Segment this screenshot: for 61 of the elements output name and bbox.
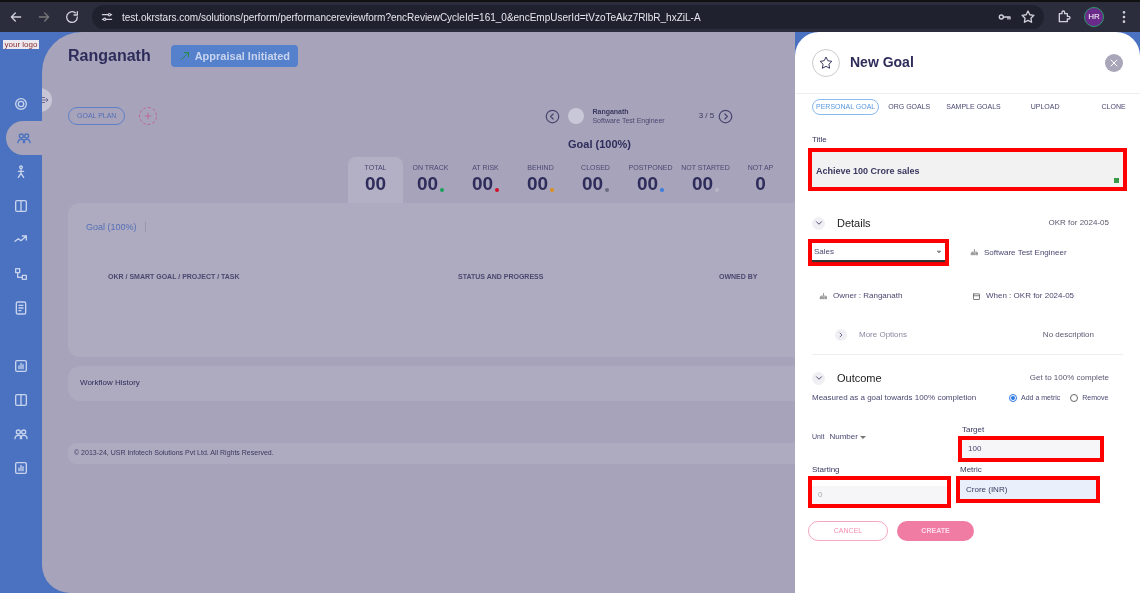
bar-chart-icon <box>13 460 29 476</box>
summary-title: Goal (100%) <box>568 137 632 152</box>
hierarchy-icon <box>13 266 29 282</box>
chevron-right-icon <box>837 331 845 339</box>
url-text: test.okrstars.com/solutions/perform/performancereviewform?encReviewCycleId=161_0&encEmpUserId=tVzoTeAkz7RlbR_hxZiL-A <box>122 10 701 25</box>
sidebar-item[interactable] <box>6 121 42 155</box>
unit-select[interactable]: Number <box>829 431 866 443</box>
address-bar[interactable]: test.okrstars.com/solutions/perform/performancereviewform?encReviewCycleId=161_0&encEmpUserId=tVzoTeAkz7RlbR_hxZiL-A <box>92 5 1044 29</box>
forward-icon <box>36 9 52 25</box>
profile-avatar[interactable]: HR <box>1084 7 1104 27</box>
outcome-toggle[interactable] <box>812 371 825 385</box>
employee-name: Ranganath <box>68 46 151 66</box>
workflow-card[interactable]: Workflow History <box>68 365 795 401</box>
people-icon <box>13 426 29 442</box>
description-text: No description <box>1042 329 1094 341</box>
chevron-down-icon <box>813 373 824 383</box>
when-text: When : OKR for 2024-05 <box>986 290 1075 302</box>
more-options-link[interactable]: More Options <box>859 329 908 341</box>
star-icon <box>1020 9 1036 25</box>
target-field[interactable]: 100 <box>962 440 1100 458</box>
title-field[interactable]: Achieve 100 Crore sales <box>812 152 1123 187</box>
back-icon <box>8 9 24 25</box>
pager-text: 3 / 5 <box>698 110 715 122</box>
role-text: Software Test Engineer <box>984 246 1067 259</box>
logo: your logo <box>2 40 40 49</box>
plus-icon <box>143 111 154 121</box>
measure-description: Measured as a goal towards 100% completion <box>812 392 978 404</box>
caret-icon <box>859 435 866 439</box>
extensions-icon <box>1056 9 1072 25</box>
target-icon <box>13 96 29 112</box>
starting-field[interactable]: 0 <box>812 485 947 504</box>
site-settings-icon <box>100 10 114 24</box>
reload-icon <box>64 9 80 25</box>
field-label: Metric <box>960 464 983 476</box>
chevron-left-icon <box>545 108 561 124</box>
field-label: Target <box>962 424 986 436</box>
field-label: Title <box>812 134 828 146</box>
hierarchy-icon <box>819 291 828 301</box>
employee-avatar <box>568 108 585 124</box>
panel-title: New Goal <box>850 53 914 72</box>
people-icon <box>16 130 32 146</box>
trend-arrow-icon <box>178 50 191 62</box>
chevron-down-icon <box>813 218 824 228</box>
bar-chart-icon <box>13 358 29 374</box>
period-text: OKR for 2024-05 <box>1048 217 1109 229</box>
status-badge: Appraisal Initiated <box>170 45 299 67</box>
calendar-icon <box>972 291 981 301</box>
chevron-right-icon <box>718 108 734 124</box>
more-options-toggle[interactable] <box>835 329 847 341</box>
section-heading: Details <box>837 215 871 231</box>
close-button[interactable] <box>1105 53 1123 72</box>
category-select[interactable]: Sales <box>812 243 945 262</box>
metric-field[interactable]: Crore (INR) <box>960 480 1096 499</box>
section-heading: Outcome <box>837 370 882 386</box>
details-toggle[interactable] <box>812 216 825 230</box>
status-square-icon <box>1114 178 1119 183</box>
document-icon <box>13 300 29 316</box>
field-label: Starting <box>812 464 841 476</box>
hierarchy-icon <box>970 248 979 257</box>
progress-note: Get to 100% complete <box>1029 372 1109 384</box>
owner-text: Owner : Ranganath <box>833 290 904 302</box>
